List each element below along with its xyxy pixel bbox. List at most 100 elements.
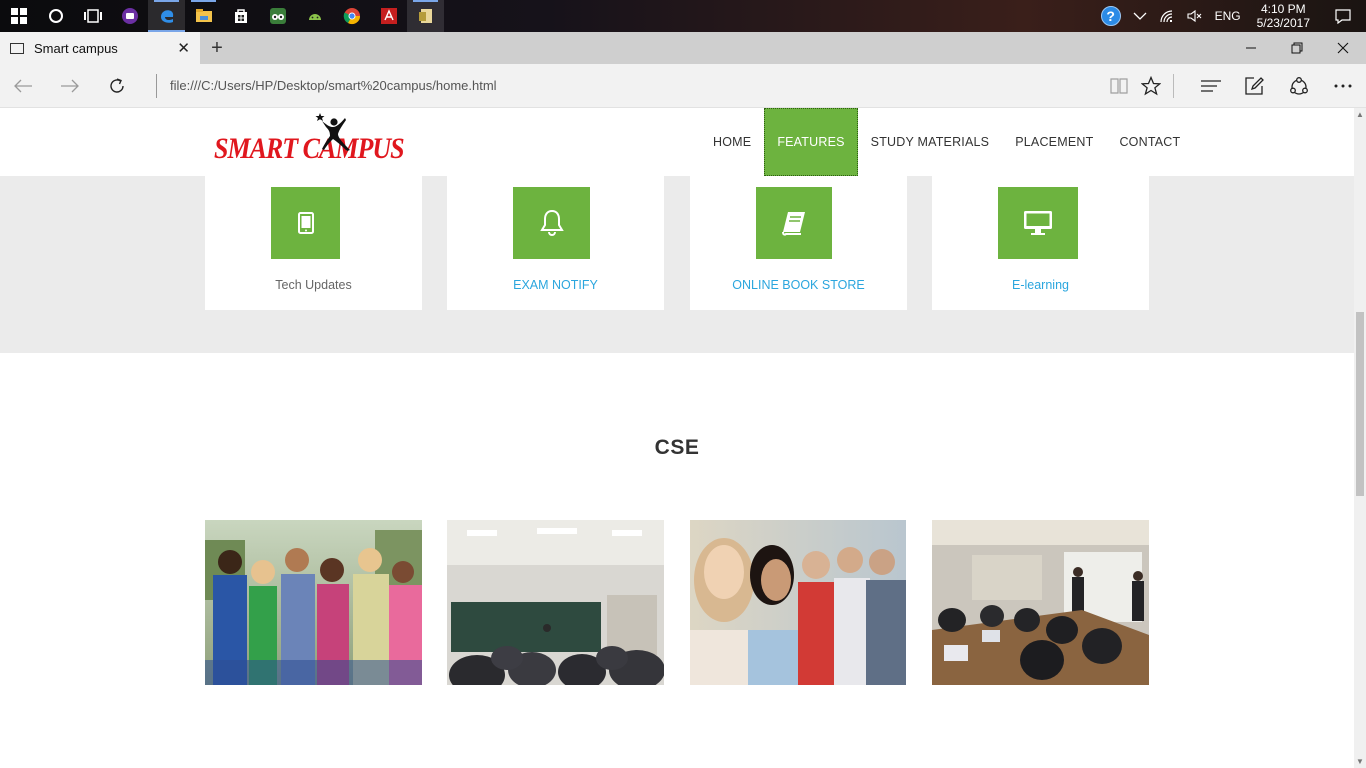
file-explorer-icon: [195, 9, 212, 22]
tripadvisor-icon: [269, 8, 286, 24]
nav-contact[interactable]: CONTACT: [1106, 108, 1193, 176]
feature-label: E-learning: [1012, 278, 1069, 292]
action-center-button[interactable]: [1320, 0, 1366, 32]
computer-lab-photo[interactable]: [932, 520, 1149, 685]
clock-date: 5/23/2017: [1256, 16, 1310, 30]
feature-label: ONLINE BOOK STORE: [732, 278, 865, 292]
bell-icon: [513, 187, 590, 259]
nav-placement[interactable]: PLACEMENT: [1002, 108, 1106, 176]
feature-card-online-book-store[interactable]: ONLINE BOOK STORE: [690, 176, 907, 310]
taskbar-app-tripadvisor[interactable]: [259, 0, 296, 32]
taskbar-app-android[interactable]: [296, 0, 333, 32]
chevron-up-icon: [1133, 12, 1147, 20]
page-icon: [10, 42, 24, 54]
forward-button[interactable]: [55, 72, 85, 100]
arrow-left-icon: [14, 79, 32, 93]
browser-toolbar: file:///C:/Users/HP/Desktop/smart%20camp…: [0, 64, 1366, 108]
task-view-button[interactable]: [74, 0, 111, 32]
restore-button[interactable]: [1274, 32, 1320, 64]
feature-label: EXAM NOTIFY: [513, 278, 598, 292]
cortana-button[interactable]: [37, 0, 74, 32]
refresh-button[interactable]: [102, 72, 132, 100]
hub-icon: [1201, 80, 1221, 92]
feature-card-tech-updates[interactable]: Tech Updates: [205, 176, 422, 310]
taskbar-app-purple[interactable]: [111, 0, 148, 32]
notification-icon: [1335, 9, 1351, 24]
show-hidden-icons-button[interactable]: [1127, 0, 1153, 32]
new-tab-button[interactable]: +: [205, 35, 229, 61]
store-icon: [234, 9, 247, 23]
nav-study-materials[interactable]: STUDY MATERIALS: [858, 108, 1003, 176]
language-indicator[interactable]: ENG: [1209, 0, 1247, 32]
app-purple-icon: [121, 8, 138, 24]
nav-features[interactable]: FEATURES: [764, 108, 858, 176]
book-icon: [756, 187, 832, 259]
favorite-button[interactable]: [1136, 72, 1166, 100]
tab-title: Smart campus: [34, 40, 118, 56]
taskbar-app-file-manager[interactable]: [407, 0, 444, 32]
start-button[interactable]: [0, 0, 37, 32]
volume-tray-button[interactable]: [1181, 0, 1209, 32]
windows-taskbar: ? ENG 4:10 PM 5/23/2017: [0, 0, 1366, 32]
taskbar-app-acrobat[interactable]: [370, 0, 407, 32]
refresh-icon: [110, 78, 124, 93]
address-bar[interactable]: file:///C:/Users/HP/Desktop/smart%20camp…: [170, 78, 497, 93]
close-icon: [1337, 42, 1349, 54]
page-viewport: SMART CAMPUS HOME FEATURES STUDY MATERIA…: [0, 108, 1354, 768]
clock-time: 4:10 PM: [1260, 2, 1306, 16]
tablet-icon: [271, 187, 340, 259]
reading-view-button[interactable]: [1104, 72, 1134, 100]
monitor-icon: [998, 187, 1078, 259]
feature-card-e-learning[interactable]: E-learning: [932, 176, 1149, 310]
cortana-icon: [48, 9, 63, 23]
close-window-button[interactable]: [1320, 32, 1366, 64]
students-group-photo[interactable]: [205, 520, 422, 685]
classroom-lecture-photo[interactable]: [447, 520, 664, 685]
network-tray-button[interactable]: [1153, 0, 1181, 32]
minimize-icon: [1246, 47, 1256, 49]
web-note-button[interactable]: [1240, 72, 1270, 100]
more-button[interactable]: [1328, 72, 1358, 100]
edge-icon: [160, 10, 173, 23]
browser-tab[interactable]: Smart campus ✕: [0, 32, 200, 64]
minimize-button[interactable]: [1228, 32, 1274, 64]
logo-text: SMART CAMPUS: [214, 131, 405, 166]
help-icon: ?: [1100, 6, 1121, 26]
clock[interactable]: 4:10 PM 5/23/2017: [1247, 2, 1320, 30]
taskbar-app-file-explorer[interactable]: [185, 0, 222, 32]
back-button[interactable]: [8, 72, 38, 100]
nav-home[interactable]: HOME: [700, 108, 764, 176]
features-section: Tech Updates EXAM NOTIFY ONLINE BOOK STO…: [0, 176, 1354, 353]
system-tray: ? ENG 4:10 PM 5/23/2017: [1095, 0, 1366, 32]
share-icon: [1290, 77, 1308, 95]
feature-card-exam-notify[interactable]: EXAM NOTIFY: [447, 176, 664, 310]
browser-tab-bar: Smart campus ✕ +: [0, 32, 1366, 64]
scroll-up-icon[interactable]: ▲: [1356, 110, 1364, 119]
hub-button[interactable]: [1196, 72, 1226, 100]
taskbar-app-store[interactable]: [222, 0, 259, 32]
feature-label: Tech Updates: [275, 278, 352, 292]
scroll-thumb[interactable]: [1356, 312, 1364, 496]
taskbar-app-edge[interactable]: [148, 0, 185, 32]
ellipsis-icon: [1334, 84, 1352, 88]
taskbar-app-chrome[interactable]: [333, 0, 370, 32]
logo-star-figure-icon: [315, 113, 350, 151]
site-header: SMART CAMPUS HOME FEATURES STUDY MATERIA…: [0, 108, 1354, 176]
windows-logo-icon: [10, 8, 27, 24]
site-logo[interactable]: SMART CAMPUS: [212, 112, 405, 172]
scroll-down-icon[interactable]: ▼: [1356, 757, 1364, 766]
students-line-photo[interactable]: [690, 520, 906, 685]
android-icon: [308, 14, 321, 20]
main-navigation: HOME FEATURES STUDY MATERIALS PLACEMENT …: [700, 108, 1193, 176]
help-tray-button[interactable]: ?: [1095, 0, 1127, 32]
wifi-icon: [1159, 10, 1172, 23]
page-scrollbar[interactable]: ▲ ▼: [1354, 108, 1366, 768]
task-view-icon: [83, 9, 102, 23]
share-button[interactable]: [1284, 72, 1314, 100]
arrow-right-icon: [61, 79, 79, 93]
chrome-icon: [343, 8, 360, 25]
toolbar-separator: [1173, 74, 1174, 98]
section-title: CSE: [654, 436, 700, 459]
tab-close-icon[interactable]: ✕: [177, 39, 190, 57]
pen-square-icon: [1245, 77, 1264, 95]
